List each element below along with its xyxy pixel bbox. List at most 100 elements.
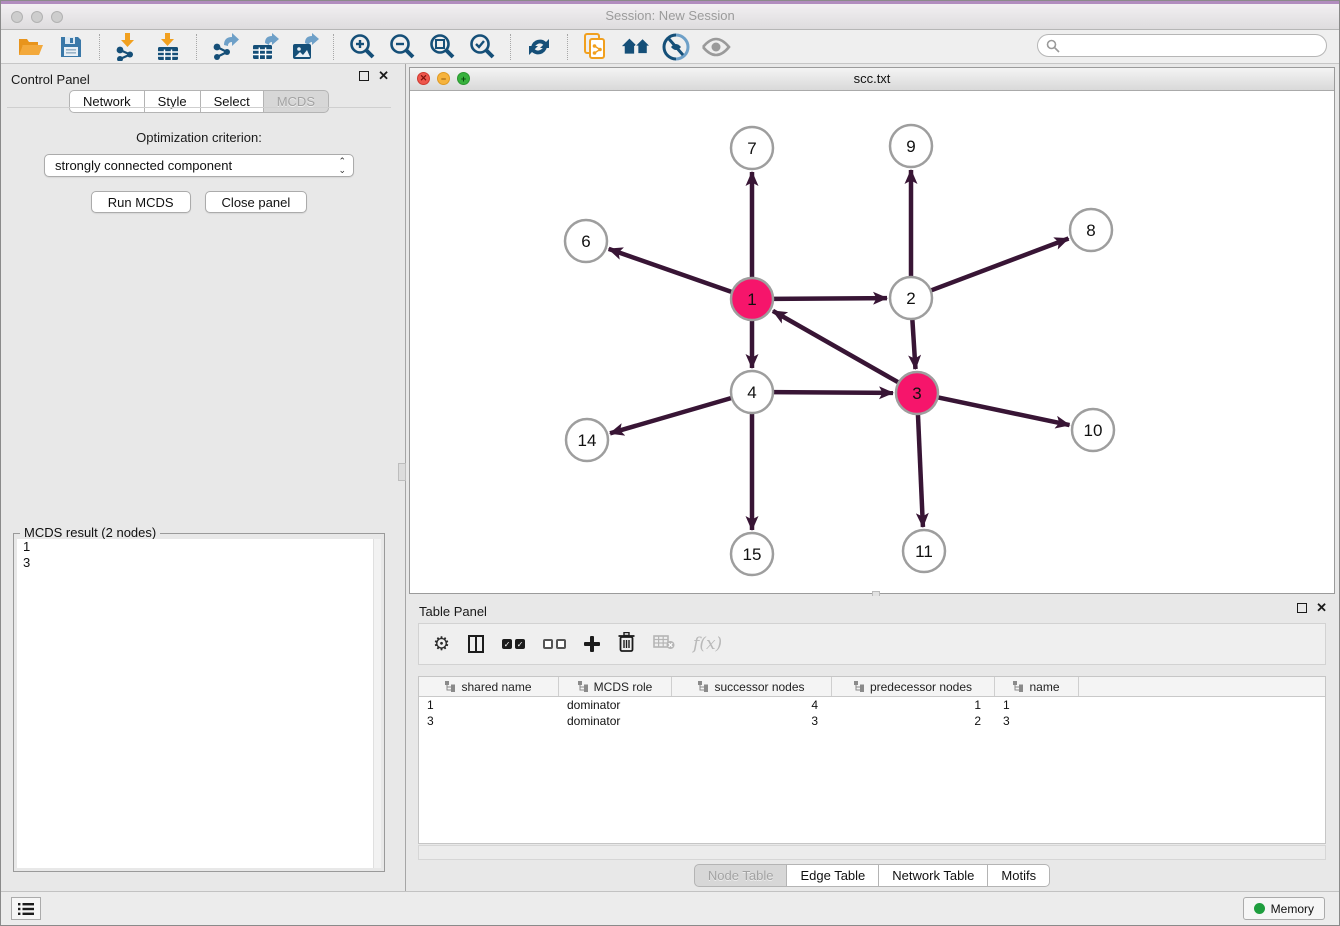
edge-2-8[interactable] xyxy=(931,238,1069,290)
show-graphics-details-icon[interactable] xyxy=(701,32,731,62)
network-canvas[interactable]: 7968124314101511 xyxy=(410,90,1334,593)
task-history-button[interactable] xyxy=(11,897,41,920)
network-overview-icon[interactable] xyxy=(581,32,611,62)
function-builder-icon: f(x) xyxy=(693,634,722,654)
apply-layout-icon[interactable] xyxy=(524,32,554,62)
mcds-result-list[interactable]: 13 xyxy=(17,539,381,868)
zoom-selected-icon[interactable] xyxy=(467,32,497,62)
zoom-out-icon[interactable] xyxy=(387,32,417,62)
control-panel: Control Panel ✕ NetworkStyleSelectMCDS O… xyxy=(1,64,397,892)
zoom-in-icon[interactable] xyxy=(347,32,377,62)
control-panel-title: Control Panel xyxy=(11,72,90,87)
table-cell: 1 xyxy=(995,697,1079,713)
node-label-1: 1 xyxy=(747,290,756,309)
search-box[interactable] xyxy=(1037,34,1327,57)
toolbar-separator xyxy=(567,34,568,60)
edge-4-3[interactable] xyxy=(773,392,893,393)
mcds-result-item: 1 xyxy=(17,539,381,555)
status-bar: Memory xyxy=(1,891,1339,925)
import-network-icon[interactable] xyxy=(113,32,143,62)
table-cell: dominator xyxy=(559,713,672,729)
edge-3-1[interactable] xyxy=(773,311,899,383)
tab-node-table[interactable]: Node Table xyxy=(694,864,788,887)
hide-graphics-details-icon[interactable] xyxy=(661,32,691,62)
search-icon xyxy=(1046,39,1060,53)
tab-network-table[interactable]: Network Table xyxy=(879,864,988,887)
mcds-result-title: MCDS result (2 nodes) xyxy=(20,525,160,540)
column-header-MCDS-role[interactable]: MCDS role xyxy=(559,677,672,696)
memory-label: Memory xyxy=(1271,902,1314,916)
toolbar-separator xyxy=(99,34,100,60)
result-scrollbar[interactable] xyxy=(373,539,381,868)
table-horizontal-scrollbar[interactable] xyxy=(418,845,1326,860)
search-input[interactable] xyxy=(1060,38,1326,54)
tab-motifs[interactable]: Motifs xyxy=(988,864,1050,887)
column-header-shared-name[interactable]: shared name xyxy=(419,677,559,696)
optimization-criterion-value: strongly connected component xyxy=(55,158,232,173)
delete-row-icon[interactable] xyxy=(618,632,635,657)
edge-1-6[interactable] xyxy=(609,249,733,292)
node-table[interactable]: shared nameMCDS rolesuccessor nodesprede… xyxy=(418,676,1326,844)
table-cell: 1 xyxy=(832,697,995,713)
table-row[interactable]: 1dominator411 xyxy=(419,697,1325,713)
edge-1-2[interactable] xyxy=(773,298,887,299)
node-label-14: 14 xyxy=(578,431,597,450)
toolbar-separator xyxy=(510,34,511,60)
table-panel-title: Table Panel xyxy=(419,604,487,619)
network-window-titlebar[interactable]: ✕ − + scc.txt xyxy=(410,68,1334,91)
edge-4-14[interactable] xyxy=(610,398,732,433)
node-label-3: 3 xyxy=(912,384,921,403)
table-panel: Table Panel ✕ ⚙ ✓✓ f(x) shared nameMCDS … xyxy=(409,596,1335,889)
column-header-successor-nodes[interactable]: successor nodes xyxy=(672,677,832,696)
network-window-title: scc.txt xyxy=(410,71,1334,86)
add-row-icon[interactable] xyxy=(584,636,600,652)
run-mcds-button[interactable]: Run MCDS xyxy=(91,191,191,213)
edge-3-11[interactable] xyxy=(918,414,923,527)
main-toolbar xyxy=(1,30,1339,64)
node-label-11: 11 xyxy=(915,542,933,561)
table-header-row: shared nameMCDS rolesuccessor nodesprede… xyxy=(419,677,1325,697)
edge-3-10[interactable] xyxy=(938,397,1070,425)
tab-edge-table[interactable]: Edge Table xyxy=(787,864,879,887)
toolbar-separator xyxy=(196,34,197,60)
zoom-fit-icon[interactable] xyxy=(427,32,457,62)
table-toolbar: ⚙ ✓✓ f(x) xyxy=(418,623,1326,665)
close-table-panel-icon[interactable]: ✕ xyxy=(1316,603,1327,613)
optimization-criterion-select[interactable]: strongly connected component ⌃⌄ xyxy=(44,154,354,177)
select-all-icon[interactable]: ✓✓ xyxy=(502,639,525,649)
table-row[interactable]: 3dominator323 xyxy=(419,713,1325,729)
node-label-2: 2 xyxy=(906,289,915,308)
table-options-icon[interactable]: ⚙ xyxy=(433,635,450,654)
export-image-icon[interactable] xyxy=(290,32,320,62)
window-title: Session: New Session xyxy=(1,8,1339,23)
table-cell: 4 xyxy=(672,697,832,713)
unselect-all-icon[interactable] xyxy=(543,639,566,649)
table-tabs: Node TableEdge TableNetwork TableMotifs xyxy=(409,864,1335,887)
memory-button[interactable]: Memory xyxy=(1243,897,1325,920)
panel-divider-grip[interactable] xyxy=(398,463,406,481)
close-panel-button[interactable]: Close panel xyxy=(205,191,308,213)
save-session-icon[interactable] xyxy=(56,32,86,62)
close-panel-icon[interactable]: ✕ xyxy=(378,71,389,81)
edge-2-3[interactable] xyxy=(912,319,915,369)
column-header-predecessor-nodes[interactable]: predecessor nodes xyxy=(832,677,995,696)
export-network-icon[interactable] xyxy=(210,32,240,62)
column-header-name[interactable]: name xyxy=(995,677,1079,696)
float-panel-icon[interactable] xyxy=(359,71,369,81)
node-label-7: 7 xyxy=(747,139,756,158)
table-cell: dominator xyxy=(559,697,672,713)
node-label-10: 10 xyxy=(1084,421,1103,440)
float-table-panel-icon[interactable] xyxy=(1297,603,1307,613)
show-column-icon[interactable] xyxy=(468,635,484,653)
export-table-icon[interactable] xyxy=(250,32,280,62)
open-session-icon[interactable] xyxy=(16,32,46,62)
table-cell: 3 xyxy=(419,713,559,729)
list-icon xyxy=(18,902,34,916)
toolbar-separator xyxy=(333,34,334,60)
home-icon[interactable] xyxy=(621,32,651,62)
import-table-icon[interactable] xyxy=(153,32,183,62)
network-view-window: ✕ − + scc.txt 7968124314101511 xyxy=(409,67,1335,594)
node-label-15: 15 xyxy=(743,545,762,564)
network-graph[interactable]: 7968124314101511 xyxy=(410,90,1334,593)
select-stepper-icon: ⌃⌄ xyxy=(338,157,346,175)
